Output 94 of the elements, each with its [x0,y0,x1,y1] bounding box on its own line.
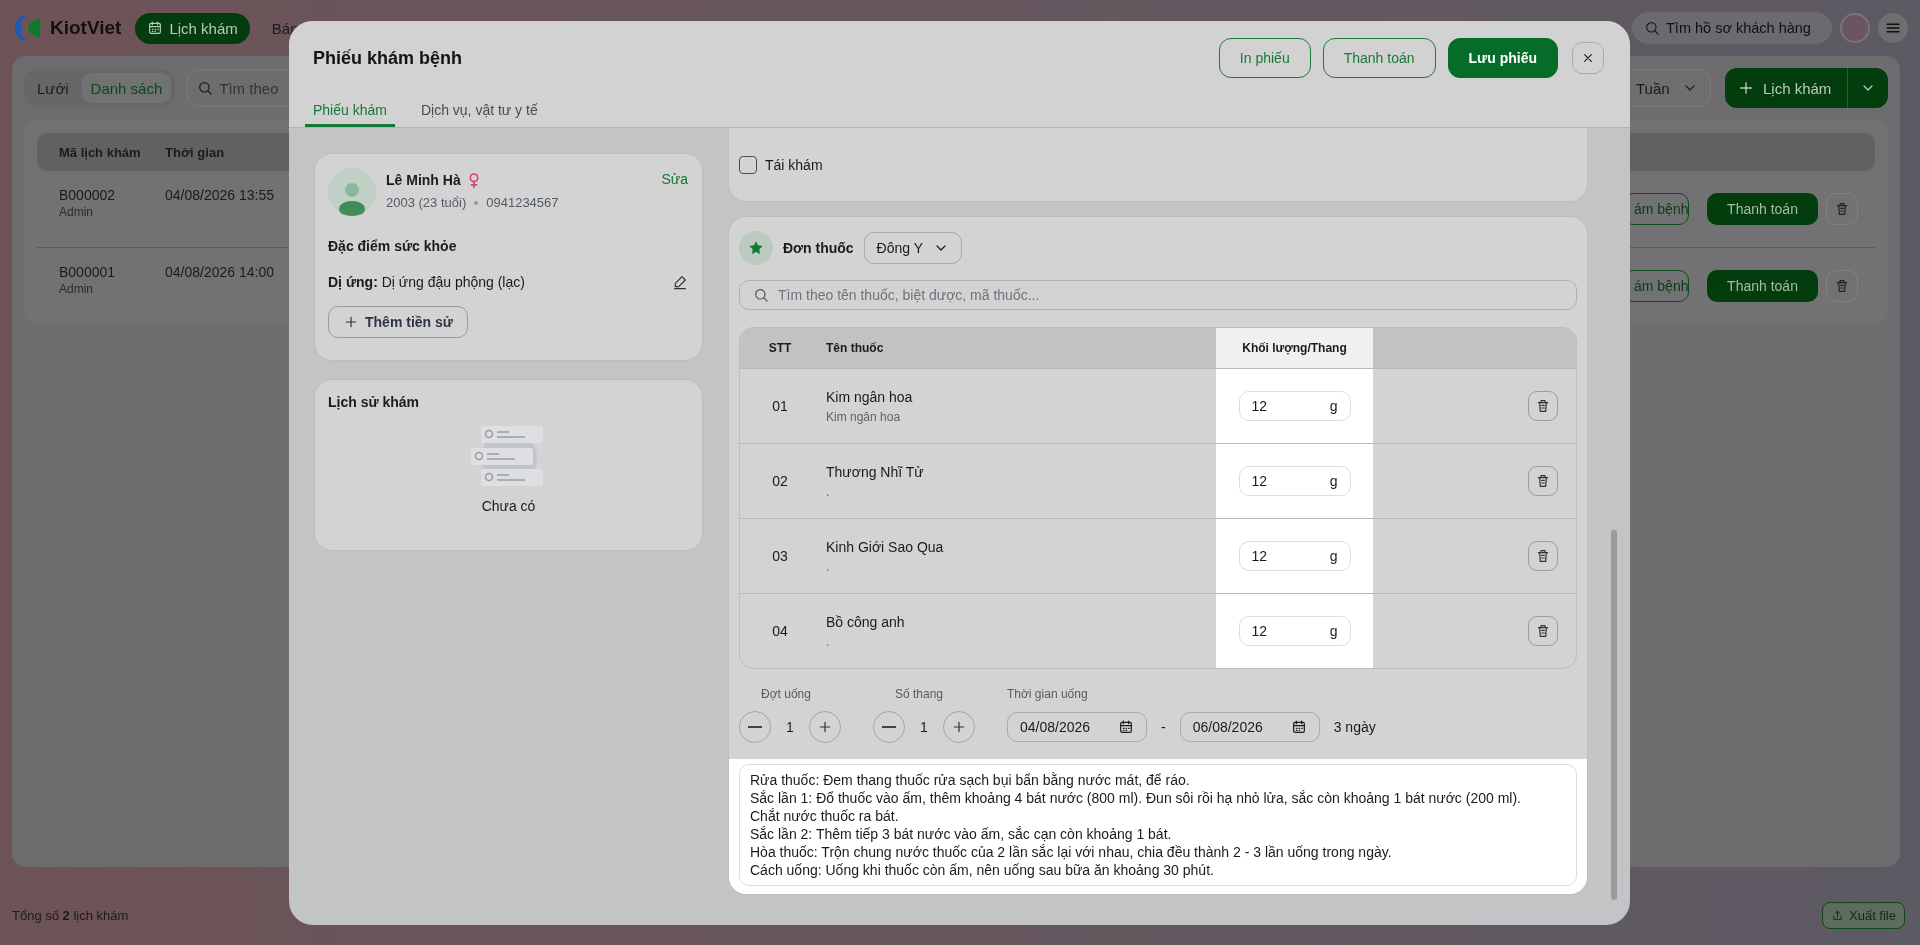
medicine-subtitle: . [826,559,830,574]
delete-button[interactable] [1528,466,1558,496]
amount-field[interactable]: 12 g [1238,391,1351,421]
medicine-subtitle: Kim ngân hoa [826,409,901,424]
created-by: Admin [59,282,94,296]
column-header: Thời gian [165,144,226,160]
scrollbar[interactable] [1611,530,1617,900]
empty-state-text: Chưa có [481,498,536,514]
section-title: Đơn thuốc [783,240,854,256]
minus-icon [748,726,762,728]
date-field[interactable]: 04/08/2026 [1007,712,1147,742]
stepper-value: 1 [785,719,795,735]
nav-tab[interactable]: Lịch khám [135,12,250,44]
delete-button[interactable] [1528,391,1558,421]
column-header: STT [768,341,792,355]
column-header: Mã lịch khám [59,144,142,160]
trash-icon [1834,278,1850,294]
trash-icon [1535,623,1551,639]
action-button[interactable]: In phiếu [1218,38,1311,78]
created-by: Admin [59,205,94,219]
calendar-icon [1290,719,1307,735]
pencil-icon [672,274,688,290]
logo-icon [12,13,42,43]
date-field[interactable]: 06/08/2026 [1179,712,1320,742]
edit-link[interactable]: Sửa [661,171,688,187]
field-label: Thời gian uống [1007,687,1089,701]
medicine-name: Thương Nhĩ Tử [826,463,924,480]
row-number: 03 [772,548,788,564]
row-number: 02 [772,473,788,489]
dialog-tab[interactable]: Phiếu khám [305,95,395,127]
checkbox-label: Tái khám [765,156,823,173]
amount-field[interactable]: 12 g [1238,466,1351,496]
delete-button[interactable] [1528,616,1558,646]
appointment-code: B000001 [59,264,117,280]
pay-button[interactable]: Thanh toán [1707,270,1818,302]
edit-button[interactable] [672,274,688,290]
trash-icon [1535,548,1551,564]
row-number: 01 [772,398,788,414]
medicine-name: Kinh Giới Sao Qua [826,538,944,555]
amount-field[interactable]: 12 g [1238,616,1351,646]
stepper-value: 1 [919,719,929,735]
total-count: Tổng số 2 lịch khám [12,907,129,923]
prescription-type-dropdown[interactable]: Đông Y [863,232,963,264]
dialog-title: Phiếu khám bệnh [313,47,463,69]
field-label: Số thang [894,687,945,701]
add-appointment-button[interactable]: Lịch khám [1725,68,1847,108]
field-label: Đợt uống [760,687,812,701]
search-icon [753,287,769,303]
minus-icon [882,726,896,728]
medicine-subtitle: . [826,484,830,499]
pay-button[interactable]: Thanh toán [1707,193,1818,225]
column-header: Tên thuốc [826,341,884,355]
trash-icon [1535,473,1551,489]
plus-icon [343,314,359,330]
menu-button[interactable] [1878,13,1908,43]
appointment-time: 04/08/2026 13:55 [165,187,274,203]
follow-up-checkbox[interactable] [739,155,757,174]
search-icon [197,80,214,96]
dialog-tab[interactable]: Dịch vụ, vật tư y tế [412,95,546,127]
delete-button[interactable] [1528,541,1558,571]
delete-button[interactable] [1826,193,1858,225]
allergy-text: Dị ứng: Dị ứng đậu phộng (lạc) [328,274,526,290]
appointment-code: B000002 [59,187,117,203]
section-title: Lịch sử khám [328,394,420,410]
logo-text: KiotViet [50,17,122,39]
patient-name: Lê Minh Hà [386,172,461,188]
patient-birth-year: 2003 (23 tuổi) [386,195,467,210]
amount-field[interactable]: 12 g [1238,541,1351,571]
plus-icon [817,719,833,735]
medicine-name: Kim ngân hoa [826,388,913,405]
customer-search-field[interactable]: Tìm hồ sơ khách hàng [1632,12,1832,44]
trash-icon [1535,398,1551,414]
appointment-time: 04/08/2026 14:00 [165,264,274,280]
medicine-search-field[interactable]: Tìm theo tên thuốc, biệt dược, mã thuốc... [739,280,1577,310]
export-icon [1831,908,1844,922]
column-header: Khối lượng/Thang [1242,341,1347,355]
duration-text: 3 ngày [1333,719,1376,735]
row-number: 04 [772,623,788,639]
trash-icon [1834,201,1850,217]
plus-icon [1737,79,1755,97]
date-separator: - [1161,719,1166,735]
calendar-icon [147,20,164,36]
medicine-name: Bồ công anh [826,613,905,630]
action-button[interactable]: Lưu phiếu [1447,38,1558,78]
plus-icon [951,719,967,735]
medicine-subtitle: . [826,634,830,649]
section-title: Đặc điểm sức khỏe [328,238,458,254]
avatar-icon [328,168,376,216]
add-history-button[interactable]: Thêm tiền sử [328,306,468,338]
delete-button[interactable] [1826,270,1858,302]
calendar-icon [1118,719,1134,735]
patient-phone: 0941234567 [486,195,559,210]
action-button[interactable]: Thanh toán [1322,38,1436,78]
instructions-field[interactable]: Rửa thuốc: Đem thang thuốc rửa sạch bụi bẩn bằng nước mát, để ráo. Sắc lần 1: Đổ thuốc vào ấm, thêm khoảng 4 bát nước (800 ml). Đun sôi rồi hạ nhỏ lửa, sắc còn khoảng 1 bát nước (200 ml). Chắt nước thuốc ra bát. Sắc lần 2: Thêm tiếp 3 bát nước vào ấm, sắc cạn còn khoảng 1 bát. Hòa thuốc: Trộn chung nước thuốc của 2 lần sắc lại với nhau, chia đều thành 2 - 3 lần uống trong ngày. Cách uống: Uống khi thuốc còn ấm, nên uống sau bữa ăn khoảng 30 phút. [739,764,1577,886]
